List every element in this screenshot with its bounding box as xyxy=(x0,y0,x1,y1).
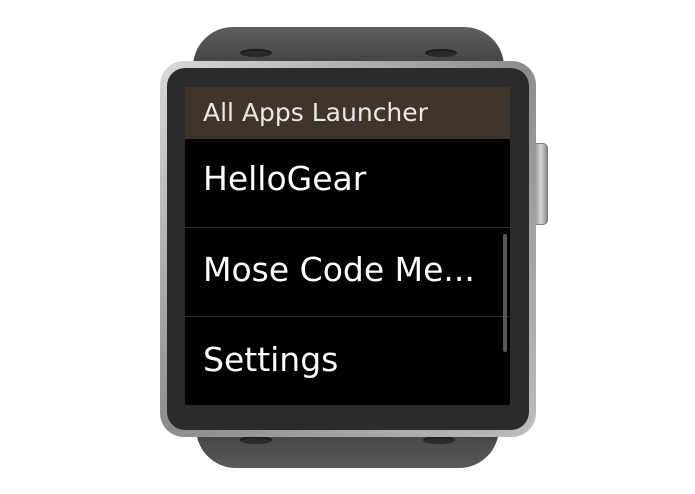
strap-hole xyxy=(425,49,457,57)
list-item-hellogear[interactable]: HelloGear xyxy=(185,139,510,228)
strap-hole xyxy=(240,436,272,444)
list-item-label: Settings xyxy=(203,340,339,379)
list-item-label: Mose Code Me... xyxy=(203,250,475,289)
strap-hole xyxy=(423,436,455,444)
list-item-settings[interactable]: Settings xyxy=(185,317,510,405)
list-item-label: HelloGear xyxy=(203,159,367,198)
watch-screen: All Apps Launcher HelloGear Mose Code Me… xyxy=(185,87,510,405)
watch-side-button[interactable] xyxy=(534,143,548,225)
app-title: All Apps Launcher xyxy=(203,98,428,127)
scrollbar[interactable] xyxy=(503,234,507,352)
list-item-morse-code[interactable]: Mose Code Me... xyxy=(185,228,510,317)
strap-hole xyxy=(240,49,272,57)
app-header: All Apps Launcher xyxy=(185,87,510,139)
